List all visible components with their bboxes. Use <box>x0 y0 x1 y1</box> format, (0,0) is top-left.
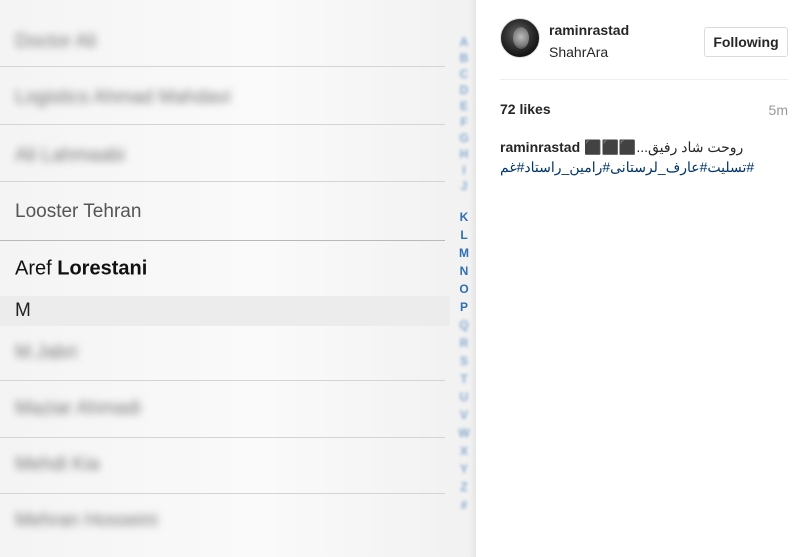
section-letter: M <box>15 300 31 321</box>
contact-row-aref: Aref Lorestani <box>0 248 445 290</box>
avatar-face-icon <box>513 27 529 49</box>
contact-row: Looster Tehran <box>0 192 445 232</box>
username-link[interactable]: raminrastad <box>549 22 629 38</box>
following-button[interactable]: Following <box>704 27 788 57</box>
last-name: Lorestani <box>57 257 148 280</box>
contact-name-aref: Aref Lorestani <box>15 258 147 281</box>
contact-name: Ali Lahmaabi <box>15 145 125 166</box>
post-sidebar: raminrastad ShahrAra Following 72 likes … <box>476 0 800 557</box>
section-header: M <box>0 296 450 326</box>
contact-name-looster: Looster Tehran <box>15 201 142 222</box>
contact-row: Doctor Ali <box>0 22 445 62</box>
row-divider <box>0 240 445 241</box>
row-divider <box>0 66 445 67</box>
row-divider <box>0 124 445 125</box>
contact-name: Logistics Ahmad Mahdavi <box>15 87 231 108</box>
row-divider <box>0 437 445 438</box>
caption-text: روحت شاد رفیق...⬛⬛⬛ <box>584 139 744 155</box>
caption-hashtags[interactable]: #تسلیت#عارف_لرستانی#رامین_راستاد#غم <box>500 158 790 176</box>
first-name: Aref <box>15 257 52 280</box>
contact-row: Maziar Ahmadi <box>0 388 445 430</box>
row-divider <box>0 493 445 494</box>
contact-row: Mehran Hosseini <box>0 500 445 542</box>
header-divider <box>500 79 788 80</box>
timestamp: 5m <box>768 102 788 118</box>
contact-name: Doctor Ali <box>15 31 97 52</box>
row-divider <box>0 181 445 182</box>
caption: raminrastad روحت شاد رفیق...⬛⬛⬛ <box>500 138 790 156</box>
contact-name: Maziar Ahmadi <box>15 398 141 419</box>
avatar[interactable] <box>500 18 540 58</box>
contact-row: M.Jabri <box>0 332 445 374</box>
contact-name: M.Jabri <box>15 342 78 363</box>
row-divider <box>0 380 445 381</box>
contact-name: Mehran Hosseini <box>15 510 158 531</box>
contact-row: Ali Lahmaabi <box>0 136 445 176</box>
contact-row: Logistics Ahmad Mahdavi <box>0 78 445 118</box>
contact-row: Mehdi Kia <box>0 444 445 486</box>
location-link[interactable]: ShahrAra <box>549 44 608 60</box>
likes-count[interactable]: 72 likes <box>500 101 551 117</box>
caption-username[interactable]: raminrastad <box>500 139 580 155</box>
contact-name: Mehdi Kia <box>15 454 100 475</box>
post-image: Doctor Ali Logistics Ahmad Mahdavi Ali L… <box>0 0 476 557</box>
